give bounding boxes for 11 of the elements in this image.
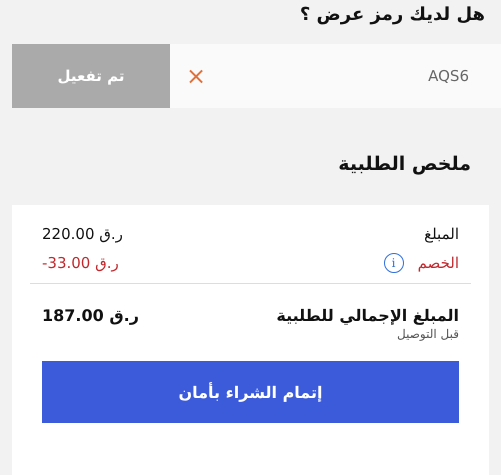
checkout-button[interactable]: إتمام الشراء بأمان [42,361,459,423]
info-icon[interactable]: i [384,253,404,273]
line-amount: 220.00 ر.ق [42,225,123,243]
line-amount: -33.00 ر.ق [42,254,119,272]
line-label: الخصم [418,254,459,272]
total-label: المبلغ الإجمالي للطلبية [276,306,459,325]
summary-title: ملخص الطلبية [337,152,472,177]
delivery-note: قبل التوصيل [396,327,459,341]
promo-title: هل لديك رمز عرض ؟ [298,3,486,27]
total-amount: 187.00 ر.ق [42,306,139,325]
line-label: المبلغ [424,225,459,243]
